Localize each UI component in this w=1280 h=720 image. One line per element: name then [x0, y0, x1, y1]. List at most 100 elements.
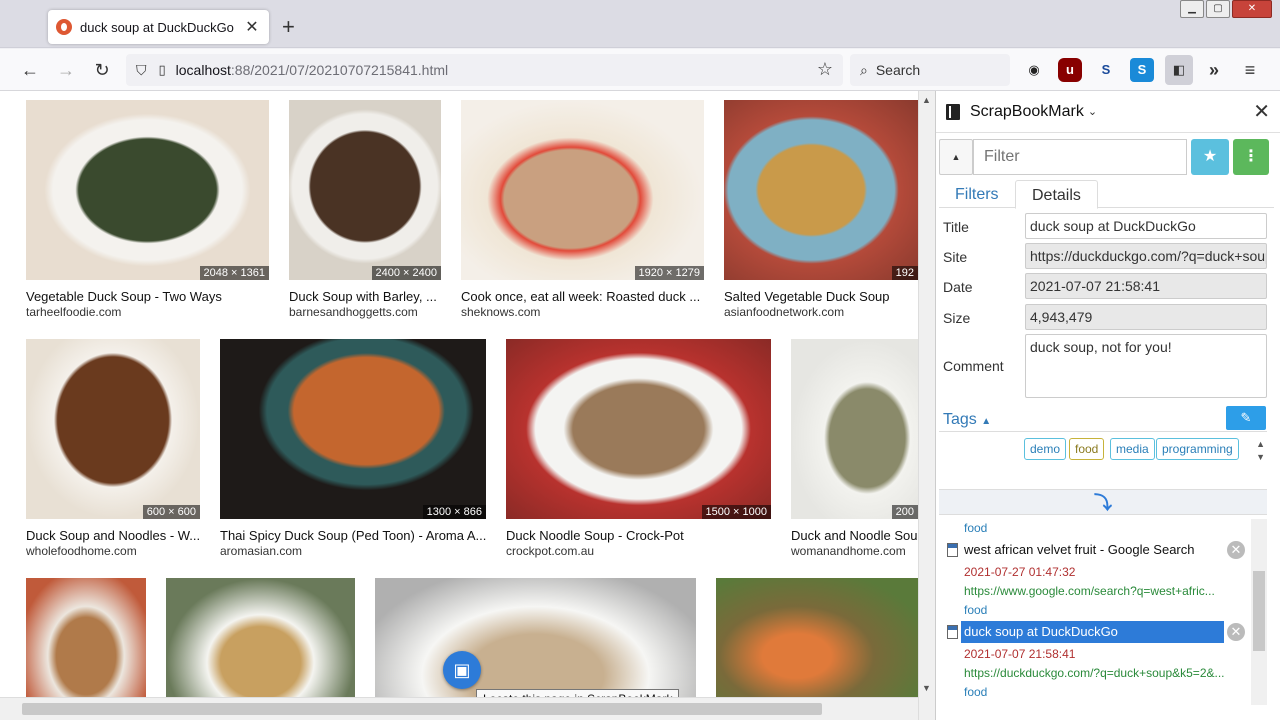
result-title[interactable]: Thai Spicy Duck Soup (Ped Toon) - Aroma … — [220, 528, 486, 543]
tags-toggle[interactable]: Tags ▲ — [943, 411, 991, 429]
tag-chip[interactable]: media — [1110, 438, 1155, 460]
result-thumbnail[interactable]: 192 — [724, 100, 918, 280]
result-thumbnail[interactable] — [166, 578, 355, 697]
comment-field[interactable]: duck soup, not for you! — [1025, 334, 1267, 398]
image-dimensions: 192 — [891, 266, 918, 280]
result-tile[interactable]: 1920 × 1279 Cook once, eat all week: Roa… — [461, 100, 704, 320]
tag-chip[interactable]: demo — [1024, 438, 1067, 460]
result-domain: crockpot.com.au — [506, 544, 595, 558]
chevron-down-icon[interactable]: ⌄ — [1088, 105, 1097, 118]
tags-scroll-icon[interactable]: ▲ ▼ — [1256, 438, 1265, 464]
close-sidebar-icon[interactable]: ✕ — [1253, 99, 1270, 124]
result-thumbnail[interactable] — [26, 578, 146, 697]
date-field[interactable]: 2021-07-07 21:58:41 — [1025, 273, 1267, 299]
remove-item-icon[interactable]: ✕ — [1227, 623, 1245, 641]
browser-tab[interactable]: duck soup at DuckDuckGo ✕ — [48, 10, 269, 44]
window-close-icon[interactable]: ✕ — [1232, 0, 1272, 18]
result-thumbnail[interactable]: 1500 × 1000 — [506, 339, 771, 519]
url-text: localhost:88/2021/07/20210707215841.html — [175, 62, 449, 78]
maximize-icon[interactable]: ▢ — [1206, 0, 1230, 18]
list-scrollbar[interactable] — [1251, 519, 1267, 705]
menu-icon[interactable]: ≡ — [1238, 58, 1262, 82]
sidebar-tabs: Filters Details — [939, 180, 1274, 209]
search-placeholder: Search — [875, 62, 921, 78]
page-icon: ▯ — [158, 62, 166, 77]
title-field[interactable]: duck soup at DuckDuckGo — [1025, 213, 1267, 239]
result-tile[interactable]: 1300 × 866 Thai Spicy Duck Soup (Ped Too… — [220, 339, 486, 559]
scrapbook-locate-icon[interactable]: ▣ — [443, 651, 481, 689]
forward-icon[interactable]: → — [53, 57, 79, 83]
result-thumbnail[interactable]: 200 — [791, 339, 918, 519]
size-field[interactable]: 4,943,479 — [1025, 304, 1267, 330]
sidebar-header: ScrapBookMark ⌄ ✕ — [936, 91, 1280, 133]
result-title[interactable]: Duck and Noodle Sou — [791, 528, 918, 543]
address-bar[interactable]: ⛉ ▯ localhost:88/2021/07/20210707215841.… — [126, 54, 843, 86]
result-thumbnail[interactable] — [716, 578, 918, 697]
scrapbook-extension-icon[interactable]: S — [1130, 58, 1154, 82]
duckduckgo-icon — [56, 19, 72, 35]
bookmark-list: food west african velvet fruit - Google … — [939, 519, 1267, 719]
filter-input[interactable] — [973, 139, 1187, 175]
back-icon[interactable]: ← — [17, 57, 43, 83]
result-title[interactable]: Cook once, eat all week: Roasted duck ..… — [461, 289, 704, 304]
site-field[interactable]: https://duckduckgo.com/?q=duck+soup — [1025, 243, 1267, 269]
result-thumbnail[interactable]: 1300 × 866 — [220, 339, 486, 519]
book-icon — [946, 103, 960, 120]
result-tile[interactable]: 600 × 600 Duck Soup and Noodles - W... w… — [26, 339, 200, 559]
result-title[interactable]: Duck Soup with Barley, ... — [289, 289, 441, 304]
s-extension-icon[interactable]: S — [1094, 58, 1118, 82]
site-label: Site — [943, 249, 968, 265]
locate-current-bar[interactable]: ⤵ — [939, 489, 1267, 515]
result-title[interactable]: Salted Vegetable Duck Soup — [724, 289, 918, 304]
result-title[interactable]: Vegetable Duck Soup - Two Ways — [26, 289, 269, 304]
size-label: Size — [943, 310, 971, 326]
collapse-up-button[interactable]: ▲ — [939, 139, 973, 175]
new-tab-icon[interactable]: + — [282, 14, 295, 40]
sidebar-toggle-icon[interactable]: ◧ — [1165, 55, 1193, 85]
result-tile[interactable]: 2400 × 2400 Duck Soup with Barley, ... b… — [289, 100, 441, 320]
edit-tags-button[interactable]: ✎ — [1226, 406, 1266, 430]
more-options-button[interactable]: ⋮ — [1233, 139, 1269, 175]
result-thumbnail[interactable] — [375, 578, 696, 697]
tags-box: demo food media programming ▲ ▼ — [939, 431, 1267, 489]
reload-icon[interactable]: ↻ — [89, 57, 115, 83]
result-tile[interactable]: 192 Salted Vegetable Duck Soup asianfood… — [724, 100, 918, 320]
overflow-chevron-icon[interactable]: » — [1202, 58, 1226, 82]
horizontal-scrollbar[interactable] — [0, 697, 918, 720]
item-tag[interactable]: food — [964, 521, 987, 535]
tab-details[interactable]: Details — [1015, 180, 1098, 209]
search-input[interactable]: ⌕ Search — [850, 54, 1010, 86]
result-thumbnail[interactable]: 1920 × 1279 — [461, 100, 704, 280]
remove-item-icon[interactable]: ✕ — [1227, 541, 1245, 559]
result-tile[interactable]: 200 Duck and Noodle Sou womanandhome.com — [791, 339, 918, 559]
result-tile[interactable]: 1500 × 1000 Duck Noodle Soup - Crock-Pot… — [506, 339, 771, 559]
tag-chip[interactable]: programming — [1156, 438, 1239, 460]
sidebar-title[interactable]: ScrapBookMark — [970, 103, 1084, 121]
result-title[interactable]: Duck Noodle Soup - Crock-Pot — [506, 528, 771, 543]
item-url[interactable]: https://duckduckgo.com/?q=duck+soup&k5=2… — [964, 666, 1239, 680]
result-domain: barnesandhoggetts.com — [289, 305, 418, 319]
item-title[interactable]: west african velvet fruit - Google Searc… — [961, 539, 1198, 561]
mask-extension-icon[interactable]: ◉ — [1022, 58, 1046, 82]
item-title-selected[interactable]: duck soup at DuckDuckGo — [961, 621, 1224, 643]
bookmark-star-icon[interactable]: ☆ — [817, 59, 833, 80]
result-thumbnail[interactable]: 600 × 600 — [26, 339, 200, 519]
result-domain: tarheelfoodie.com — [26, 305, 122, 319]
close-tab-icon[interactable]: ✕ — [243, 17, 261, 37]
bookmark-star-button[interactable]: ★ — [1191, 139, 1229, 175]
item-tag[interactable]: food — [964, 603, 987, 617]
result-thumbnail[interactable]: 2400 × 2400 — [289, 100, 441, 280]
ublock-icon[interactable]: u — [1058, 58, 1082, 82]
shield-icon[interactable]: ⛉ — [136, 62, 147, 79]
document-icon — [947, 625, 958, 639]
result-thumbnail[interactable]: 2048 × 1361 — [26, 100, 269, 280]
tag-chip[interactable]: food — [1069, 438, 1105, 460]
item-tag[interactable]: food — [964, 685, 987, 699]
tab-filters[interactable]: Filters — [943, 184, 1011, 206]
vertical-scrollbar[interactable]: ▲ ▼ — [918, 91, 935, 720]
result-title[interactable]: Duck Soup and Noodles - W... — [26, 528, 200, 543]
item-url[interactable]: https://www.google.com/search?q=west+afr… — [964, 584, 1239, 598]
minimize-icon[interactable]: ▁ — [1180, 0, 1204, 18]
result-tile[interactable]: 2048 × 1361 Vegetable Duck Soup - Two Wa… — [26, 100, 269, 320]
image-dimensions: 200 — [891, 505, 918, 519]
